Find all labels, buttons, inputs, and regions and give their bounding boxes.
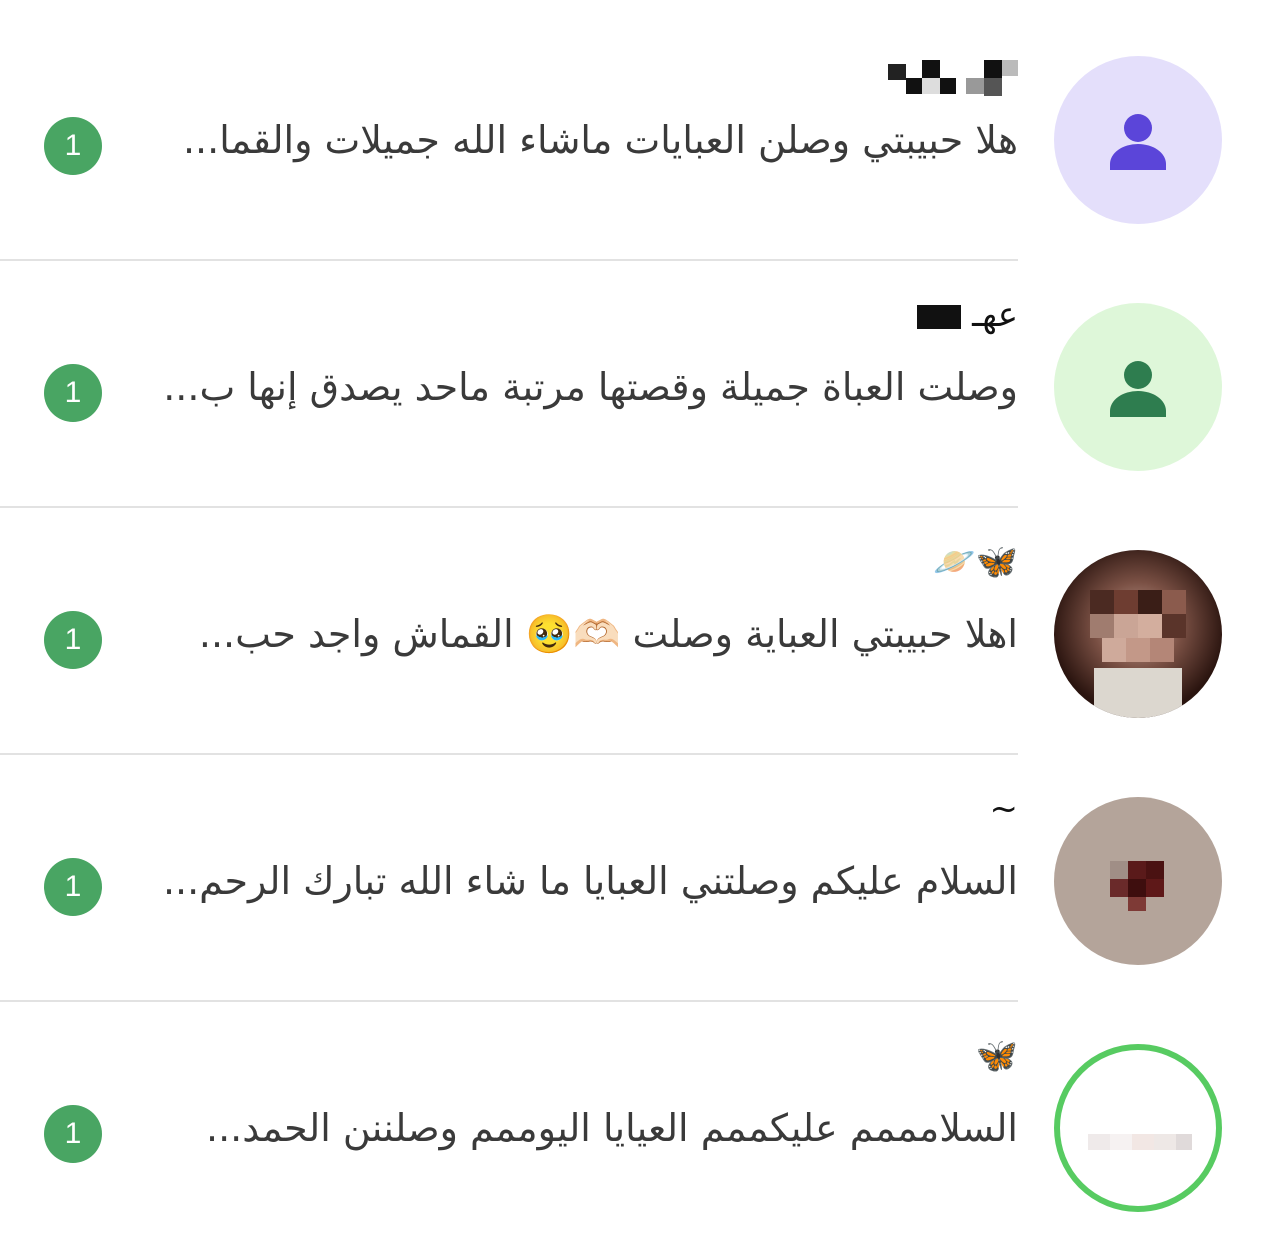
unread-badge: 1 xyxy=(44,364,102,422)
message-preview: هلا حبيبتي وصلن العبايات ماشاء الله جميل… xyxy=(182,118,1018,162)
unread-badge: 1 xyxy=(44,611,102,669)
unread-badge: 1 xyxy=(44,117,102,175)
chat-list: هلا حبيبتي وصلن العبايات ماشاء الله جميل… xyxy=(0,0,1282,1244)
person-icon xyxy=(1110,361,1166,417)
contact-name-text: عهـ xyxy=(972,295,1018,335)
pixelated-name xyxy=(888,60,1018,96)
unread-badge: 1 xyxy=(44,1105,102,1163)
pixelated-name xyxy=(917,304,962,329)
message-preview: السلام عليكم وصلتني العبايا ما شاء الله … xyxy=(162,859,1018,903)
avatar[interactable] xyxy=(1054,797,1222,965)
profile-photo-blurred xyxy=(1054,797,1222,965)
chat-row[interactable]: ~ السلام عليكم وصلتني العبايا ما شاء الل… xyxy=(0,741,1282,1002)
contact-name: ~ xyxy=(989,789,1019,829)
avatar[interactable] xyxy=(1054,303,1222,471)
unread-badge: 1 xyxy=(44,858,102,916)
message-preview: السلامممم عليكممم العيايا اليوممم وصلننن… xyxy=(205,1106,1018,1150)
message-preview: وصلت العباة جميلة وقصتها مرتبة ماحد يصدق… xyxy=(163,365,1018,409)
profile-photo-blurred xyxy=(1054,550,1222,718)
avatar[interactable] xyxy=(1054,1044,1222,1212)
chat-row[interactable]: 🦋 السلامممم عليكممم العيايا اليوممم وصلن… xyxy=(0,988,1282,1234)
contact-name: 🦋 xyxy=(975,1036,1018,1076)
contact-name: 🦋🪐 xyxy=(933,542,1018,582)
profile-photo-blurred xyxy=(1060,1050,1216,1206)
chat-row[interactable]: عهـ وصلت العباة جميلة وقصتها مرتبة ماحد … xyxy=(0,247,1282,508)
avatar[interactable] xyxy=(1054,550,1222,718)
avatar[interactable] xyxy=(1054,56,1222,224)
chat-row[interactable]: 🦋🪐 اهلا حبيبتي العباية وصلت 🫶🏻🥹 القماش و… xyxy=(0,494,1282,755)
message-preview: اهلا حبيبتي العباية وصلت 🫶🏻🥹 القماش واجد… xyxy=(198,612,1018,656)
chat-row[interactable]: هلا حبيبتي وصلن العبايات ماشاء الله جميل… xyxy=(0,0,1282,261)
contact-name: عهـ xyxy=(917,287,1018,343)
person-icon xyxy=(1110,114,1166,170)
